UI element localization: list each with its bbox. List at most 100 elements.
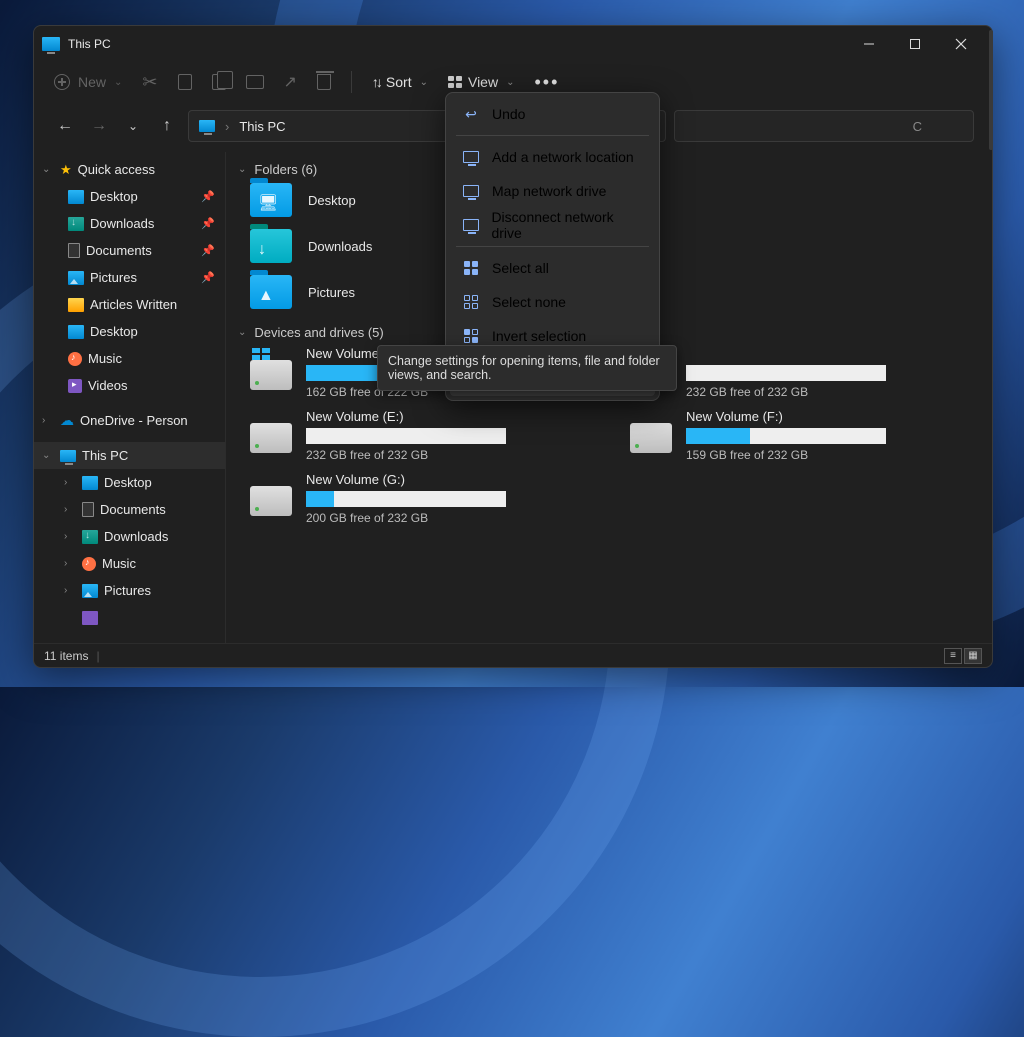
trash-icon — [317, 74, 331, 90]
rename-icon — [246, 75, 264, 89]
sidebar-item[interactable]: ›Documents — [34, 496, 225, 523]
drive-icon — [250, 423, 292, 453]
sidebar-item[interactable]: Videos — [34, 372, 225, 399]
sidebar-item[interactable]: ›Desktop — [34, 469, 225, 496]
downloads-folder-icon: ↓ — [250, 229, 292, 263]
this-pc-icon — [42, 37, 60, 51]
sidebar-item[interactable]: Pictures📌 — [34, 264, 225, 291]
sidebar-item[interactable]: Articles Written — [34, 291, 225, 318]
drive-usage-bar — [686, 428, 886, 444]
sidebar-this-pc[interactable]: ⌄ This PC — [34, 442, 225, 469]
chevron-down-icon: ⌄ — [114, 77, 122, 88]
video-icon — [68, 379, 82, 393]
drive-item[interactable]: 232 GB free of 232 GB — [630, 346, 980, 399]
menu-select-none[interactable]: Select none — [450, 285, 655, 319]
sidebar: ⌄ ★ Quick access Desktop📌 Downloads📌 Doc… — [34, 152, 226, 643]
drive-usage-bar — [686, 365, 886, 381]
drive-usage-bar — [306, 428, 506, 444]
chevron-down-icon: ⌄ — [420, 77, 428, 88]
maximize-button[interactable] — [892, 28, 938, 60]
window-title: This PC — [68, 37, 111, 51]
sidebar-item[interactable]: Downloads📌 — [34, 210, 225, 237]
folder-icon — [68, 298, 84, 312]
sort-button[interactable]: ↑↓ Sort ⌄ — [372, 74, 428, 90]
drive-icon — [630, 423, 672, 453]
copy-icon — [178, 74, 192, 90]
thumbnails-view-button[interactable]: ▦ — [964, 648, 982, 664]
sidebar-item[interactable]: ›Music — [34, 550, 225, 577]
sidebar-item[interactable] — [34, 604, 225, 631]
grid-icon — [464, 295, 478, 309]
drive-icon — [463, 185, 479, 197]
new-button[interactable]: New ⌄ — [52, 72, 122, 92]
pin-icon: 📌 — [201, 190, 215, 203]
drive-item[interactable]: New Volume (F:) 159 GB free of 232 GB — [630, 409, 980, 462]
paste-button[interactable] — [212, 74, 226, 90]
menu-undo[interactable]: ↩ Undo — [450, 97, 655, 131]
recent-button[interactable]: ⌄ — [120, 119, 146, 133]
drive-icon — [250, 360, 292, 390]
drive-item[interactable]: New Volume (E:) 232 GB free of 232 GB — [250, 409, 600, 462]
minimize-button[interactable] — [846, 28, 892, 60]
view-button[interactable]: View ⌄ — [448, 74, 514, 90]
share-icon: ↗ — [284, 72, 297, 92]
ellipsis-icon: ••• — [534, 72, 559, 93]
menu-add-network-location[interactable]: Add a network location — [450, 140, 655, 174]
close-button[interactable] — [938, 28, 984, 60]
pin-icon: 📌 — [201, 217, 215, 230]
undo-icon: ↩ — [462, 105, 480, 123]
sidebar-item[interactable]: Documents📌 — [34, 237, 225, 264]
menu-select-all[interactable]: Select all — [450, 251, 655, 285]
sidebar-item[interactable]: Desktop — [34, 318, 225, 345]
music-icon — [68, 352, 82, 366]
sidebar-item[interactable]: Desktop📌 — [34, 183, 225, 210]
forward-button[interactable]: → — [86, 117, 112, 135]
search-input[interactable]: Search C — [674, 110, 974, 142]
paste-icon — [212, 74, 226, 90]
chevron-down-icon: ⌄ — [506, 77, 514, 88]
sidebar-item[interactable]: ›Pictures — [34, 577, 225, 604]
breadcrumb-separator: › — [225, 119, 229, 134]
pictures-folder-icon: ▲ — [250, 275, 292, 309]
folder-icon: 🖥 — [250, 183, 292, 217]
chevron-down-icon[interactable]: ⌄ — [42, 164, 54, 175]
chevron-right-icon[interactable]: › — [42, 415, 54, 426]
document-icon — [82, 502, 94, 517]
this-pc-icon — [60, 450, 76, 462]
sidebar-item[interactable]: ›Downloads — [34, 523, 225, 550]
tooltip: Change settings for opening items, file … — [377, 345, 677, 391]
drive-usage-bar — [306, 491, 506, 507]
details-view-button[interactable]: ≡ — [944, 648, 962, 664]
more-button[interactable]: ••• — [534, 72, 559, 93]
music-icon — [82, 557, 96, 571]
pictures-icon — [68, 271, 84, 285]
chevron-down-icon[interactable]: ⌄ — [42, 450, 54, 461]
breadcrumb-current[interactable]: This PC — [239, 119, 285, 134]
folder-icon — [68, 325, 84, 339]
pin-icon: 📌 — [201, 271, 215, 284]
menu-map-network-drive[interactable]: Map network drive — [450, 174, 655, 208]
monitor-icon — [463, 151, 479, 163]
folder-icon — [82, 476, 98, 490]
status-bar: 11 items | ≡ ▦ — [34, 643, 992, 667]
delete-button[interactable] — [317, 74, 331, 90]
up-button[interactable]: ↑ — [154, 117, 180, 135]
sidebar-item[interactable]: Music — [34, 345, 225, 372]
rename-button[interactable] — [246, 75, 264, 89]
sidebar-onedrive[interactable]: › ☁ OneDrive - Person — [34, 407, 225, 434]
drive-item[interactable]: New Volume (G:) 200 GB free of 232 GB — [250, 472, 600, 525]
drive-icon — [463, 219, 479, 231]
star-icon: ★ — [60, 162, 72, 178]
drive-icon — [250, 486, 292, 516]
copy-button[interactable] — [178, 74, 192, 90]
pictures-icon — [82, 584, 98, 598]
downloads-icon — [82, 530, 98, 544]
chevron-down-icon: ⌄ — [238, 327, 246, 338]
folder-icon — [68, 190, 84, 204]
menu-disconnect-network-drive[interactable]: Disconnect network drive — [450, 208, 655, 242]
back-button[interactable]: ← — [52, 117, 78, 135]
folder-icon — [82, 611, 98, 625]
cut-button[interactable]: ✂ — [142, 72, 157, 93]
share-button[interactable]: ↗ — [284, 72, 297, 92]
sidebar-quick-access[interactable]: ⌄ ★ Quick access — [34, 156, 225, 183]
